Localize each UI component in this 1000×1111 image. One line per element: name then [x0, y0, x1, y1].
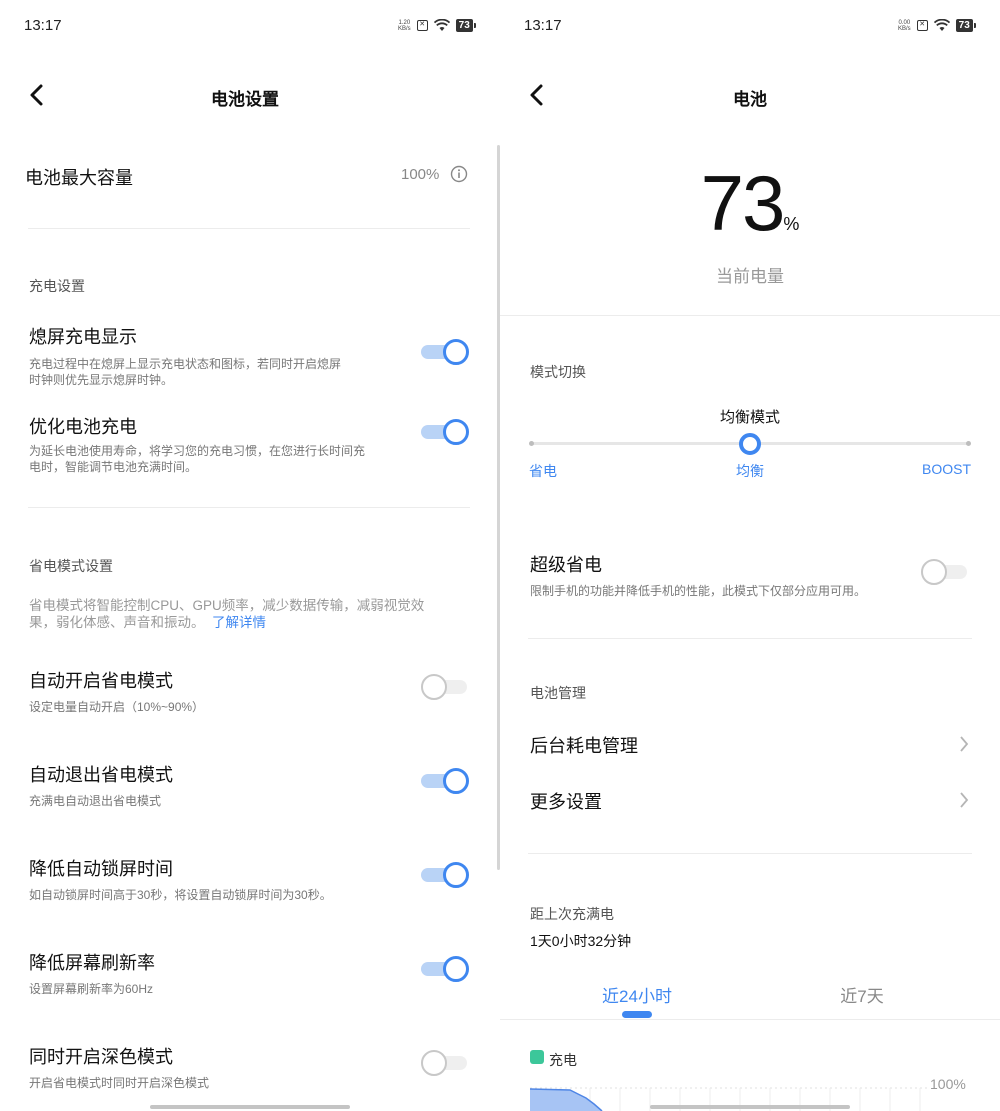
auto-enable-saver-row: 自动开启省电模式 设定电量自动开启（10%~90%）	[29, 667, 204, 715]
reduce-refresh-rate-title: 降低屏幕刷新率	[29, 953, 155, 973]
divider	[500, 315, 1000, 316]
divider	[500, 1019, 1000, 1020]
info-icon[interactable]	[450, 165, 468, 183]
sim-icon: ✕	[916, 20, 928, 31]
reduce-lock-time-desc: 如自动锁屏时间高于30秒，将设置自动锁屏时间为30秒。	[29, 888, 332, 902]
battery-settings-screen: 13:17 1.20 KB/s ✕ 73 电池设置 电池最大容量 100% 充电设…	[0, 0, 500, 1111]
divider	[28, 228, 470, 229]
dark-mode-toggle[interactable]	[421, 1048, 471, 1078]
power-saving-desc-line2: 果，弱化体感、声音和振动。	[29, 615, 205, 630]
mode-slider-handle[interactable]	[739, 433, 761, 455]
status-time: 13:17	[24, 17, 62, 34]
chevron-right-icon	[960, 736, 969, 752]
auto-enable-saver-desc: 设定电量自动开启（10%~90%）	[29, 700, 205, 714]
battery-level-value: 73	[700, 159, 786, 247]
mode-option-saver[interactable]: 省电	[529, 461, 557, 481]
more-settings-row[interactable]: 更多设置	[500, 776, 1000, 822]
battery-icon: 73	[455, 19, 476, 32]
power-saving-desc: 省电模式将智能控制CPU、GPU频率，减少数据传输，减弱视觉效 果，弱化体感、声…	[29, 597, 469, 631]
battery-level: 73%	[650, 158, 850, 249]
aod-charging-toggle[interactable]	[421, 337, 471, 367]
battery-icon: 73	[955, 19, 976, 32]
battery-screen: 13:17 0.00 KB/s ✕ 73 电池 73% 当前电量 模式切换 均衡模…	[500, 0, 1000, 1111]
background-power-row[interactable]: 后台耗电管理	[500, 720, 1000, 766]
reduce-lock-time-toggle[interactable]	[421, 860, 471, 890]
learn-more-link[interactable]: 了解详情	[212, 615, 266, 630]
optimized-charging-desc-line1: 为延长电池使用寿命，将学习您的充电习惯，在您进行长时间充	[29, 444, 366, 458]
dark-mode-row: 同时开启深色模式 开启省电模式时同时开启深色模式	[29, 1043, 209, 1091]
reduce-refresh-rate-toggle[interactable]	[421, 954, 471, 984]
network-speed: 1.20 KB/s	[398, 19, 411, 32]
mode-section-label: 模式切换	[530, 364, 586, 380]
mode-option-boost[interactable]: BOOST	[900, 461, 971, 477]
divider	[28, 507, 470, 508]
status-icons: 0.00 KB/s ✕ 73	[898, 19, 976, 32]
reduce-refresh-rate-desc: 设置屏幕刷新率为60Hz	[29, 982, 154, 996]
tab-7d[interactable]: 近7天	[812, 982, 912, 1007]
super-saver-title: 超级省电	[530, 555, 602, 575]
divider	[528, 638, 972, 639]
more-settings-label: 更多设置	[530, 792, 602, 812]
charging-legend-swatch	[530, 1050, 544, 1064]
back-button[interactable]	[522, 80, 552, 115]
wifi-icon	[933, 19, 950, 31]
battery-usage-area	[530, 1089, 602, 1111]
max-capacity-value: 100%	[401, 166, 440, 183]
charging-legend-label: 充电	[549, 1052, 577, 1068]
super-saver-desc: 限制手机的功能并降低手机的性能，此模式下仅部分应用可用。	[530, 584, 867, 598]
optimized-charging-title: 优化电池充电	[29, 417, 137, 437]
auto-exit-saver-title: 自动退出省电模式	[29, 765, 173, 785]
aod-charging-desc-line1: 充电过程中在熄屏上显示充电状态和图标，若同时开启熄屏	[29, 357, 342, 371]
slider-stop	[966, 441, 971, 446]
background-power-label: 后台耗电管理	[530, 736, 638, 756]
battery-level-unit: %	[783, 214, 800, 234]
auto-enable-saver-toggle[interactable]	[421, 672, 471, 702]
since-full-value: 1天0小时32分钟	[530, 933, 632, 949]
back-button[interactable]	[22, 80, 52, 115]
divider	[528, 853, 972, 854]
since-full-label: 距上次充满电	[530, 906, 614, 922]
back-arrow-icon	[30, 84, 43, 106]
home-indicator[interactable]	[150, 1105, 350, 1109]
auto-exit-saver-toggle[interactable]	[421, 766, 471, 796]
home-indicator[interactable]	[650, 1105, 850, 1109]
sim-icon: ✕	[416, 20, 428, 31]
page-title: 电池设置	[211, 90, 279, 109]
mode-option-balanced[interactable]: 均衡	[700, 461, 800, 481]
wifi-icon	[433, 19, 450, 31]
current-mode-label: 均衡模式	[719, 409, 780, 426]
aod-charging-desc-line2: 时钟则优先显示熄屏时钟。	[29, 373, 174, 387]
aod-charging-row: 熄屏充电显示 充电过程中在熄屏上显示充电状态和图标，若同时开启熄屏 时钟则优先显…	[29, 323, 409, 388]
status-icons: 1.20 KB/s ✕ 73	[398, 19, 476, 32]
auto-enable-saver-title: 自动开启省电模式	[29, 671, 173, 691]
tab-24h[interactable]: 近24小时	[587, 982, 687, 1007]
max-capacity-label: 电池最大容量	[25, 168, 133, 188]
dark-mode-title: 同时开启深色模式	[29, 1047, 173, 1067]
page-title: 电池	[733, 90, 767, 109]
network-speed: 0.00 KB/s	[898, 19, 911, 32]
auto-exit-saver-row: 自动退出省电模式 充满电自动退出省电模式	[29, 761, 173, 809]
management-section-label: 电池管理	[530, 685, 586, 701]
aod-charging-title: 熄屏充电显示	[29, 327, 137, 347]
optimized-charging-row: 优化电池充电 为延长电池使用寿命，将学习您的充电习惯，在您进行长时间充 电时，智…	[29, 413, 414, 475]
chevron-right-icon	[960, 792, 969, 808]
slider-stop	[529, 441, 534, 446]
reduce-lock-time-row: 降低自动锁屏时间 如自动锁屏时间高于30秒，将设置自动锁屏时间为30秒。	[29, 855, 332, 903]
charging-section-label: 充电设置	[29, 278, 85, 294]
active-tab-indicator	[622, 1011, 652, 1018]
battery-level-label: 当前电量	[716, 267, 784, 286]
reduce-refresh-rate-row: 降低屏幕刷新率 设置屏幕刷新率为60Hz	[29, 949, 155, 997]
optimized-charging-toggle[interactable]	[421, 417, 471, 447]
dark-mode-desc: 开启省电模式时同时开启深色模式	[29, 1076, 210, 1090]
super-saver-toggle[interactable]	[921, 557, 971, 587]
back-arrow-icon	[530, 84, 543, 106]
reduce-lock-time-title: 降低自动锁屏时间	[29, 859, 173, 879]
status-time: 13:17	[524, 17, 562, 34]
auto-exit-saver-desc: 充满电自动退出省电模式	[29, 794, 162, 808]
power-saving-section-label: 省电模式设置	[29, 558, 113, 574]
power-saving-desc-line1: 省电模式将智能控制CPU、GPU频率，减少数据传输，减弱视觉效	[29, 598, 425, 613]
super-saver-row: 超级省电 限制手机的功能并降低手机的性能，此模式下仅部分应用可用。	[530, 551, 920, 599]
optimized-charging-desc-line2: 电时，智能调节电池充满时间。	[29, 460, 198, 474]
